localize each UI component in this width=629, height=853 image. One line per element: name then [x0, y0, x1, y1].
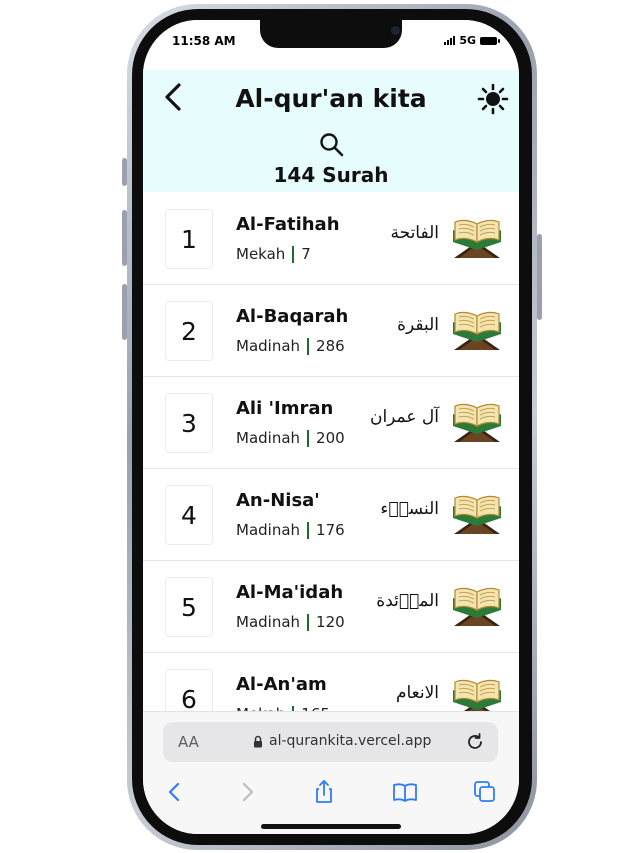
surah-count: 144 Surah [273, 163, 389, 187]
quran-book-icon [453, 311, 501, 350]
notch [260, 20, 402, 48]
surah-number: 3 [165, 393, 213, 453]
surah-name: Ali 'Imran [236, 398, 334, 419]
surah-row[interactable]: 3 Ali 'Imran Madinah 200 آل عمران [143, 377, 519, 469]
page-title: Al-qur'an kita [235, 84, 427, 113]
network-label: 5G [459, 34, 476, 47]
surah-arabic-name: الفاتحة [390, 223, 439, 243]
tabs-icon [474, 781, 495, 802]
meta-separator [292, 245, 295, 263]
status-bar: 11:58 AM 5G [143, 20, 519, 70]
surah-list: 1 Al-Fatihah Mekah 7 الفاتحة 2 Al-Baqara… [143, 193, 519, 745]
surah-place: Madinah [236, 337, 301, 355]
browser-toolbar: AA al-qurankita.vercel.app [143, 711, 519, 834]
surah-verse-count: 120 [316, 613, 345, 631]
surah-verse-count: 286 [316, 337, 345, 355]
surah-name: Al-An'am [236, 674, 327, 695]
surah-verse-count: 7 [301, 245, 311, 263]
battery-icon [480, 36, 500, 45]
meta-separator [307, 613, 310, 631]
surah-row[interactable]: 4 An-Nisa' Madinah 176 النساۤء [143, 469, 519, 561]
surah-name: Al-Ma'idah [236, 582, 344, 603]
tabs-button[interactable] [471, 778, 499, 806]
signal-icon [444, 36, 456, 45]
surah-arabic-name: البقرة [397, 315, 439, 335]
surah-arabic-name: النساۤء [380, 499, 439, 519]
surah-row[interactable]: 1 Al-Fatihah Mekah 7 الفاتحة [143, 193, 519, 285]
share-icon [316, 780, 332, 803]
surah-number: 1 [165, 209, 213, 269]
book-icon [393, 783, 417, 802]
status-time: 11:58 AM [172, 34, 236, 48]
browser-forward-button[interactable] [233, 778, 261, 806]
surah-name: Al-Baqarah [236, 306, 349, 327]
surah-arabic-name: آل عمران [369, 407, 439, 427]
mute-switch [122, 158, 127, 186]
url-text: al-qurankita.vercel.app [269, 733, 432, 749]
surah-arabic-name: الانعام [395, 683, 439, 703]
sun-icon [477, 83, 509, 115]
quran-book-icon [453, 219, 501, 258]
phone-screen: 11:58 AM 5G Al-qur'an kita 144 Surah 1 A… [143, 20, 519, 834]
address-bar[interactable]: AA al-qurankita.vercel.app [163, 722, 498, 762]
surah-number: 5 [165, 577, 213, 637]
surah-place: Madinah [236, 521, 301, 539]
surah-place: Madinah [236, 429, 301, 447]
surah-name: Al-Fatihah [236, 214, 340, 235]
surah-arabic-name: الماۤئدة [376, 591, 439, 611]
surah-meta: Mekah 7 [236, 245, 311, 263]
share-button[interactable] [310, 778, 338, 806]
meta-separator [307, 337, 310, 355]
reload-button[interactable] [464, 731, 486, 753]
surah-number: 4 [165, 485, 213, 545]
quran-book-icon [453, 495, 501, 534]
surah-meta: Madinah 286 [236, 337, 345, 355]
chevron-right-icon [242, 782, 254, 802]
url-display[interactable]: al-qurankita.vercel.app [253, 733, 431, 749]
theme-toggle-button[interactable] [477, 83, 509, 115]
status-indicators: 5G [444, 34, 500, 47]
power-button [537, 234, 542, 320]
surah-place: Mekah [236, 245, 286, 263]
reload-icon [468, 733, 482, 749]
lock-icon [254, 735, 262, 747]
surah-row[interactable]: 5 Al-Ma'idah Madinah 120 الماۤئدة [143, 561, 519, 653]
reader-settings-button[interactable]: AA [178, 733, 199, 751]
surah-place: Madinah [236, 613, 301, 631]
meta-separator [307, 521, 310, 539]
home-indicator [261, 824, 401, 829]
surah-verse-count: 176 [316, 521, 345, 539]
front-camera [391, 26, 400, 35]
search-button[interactable] [319, 132, 345, 158]
surah-meta: Madinah 176 [236, 521, 345, 539]
browser-back-button[interactable] [161, 778, 189, 806]
volume-up-button [122, 210, 127, 266]
bookmarks-button[interactable] [391, 778, 419, 806]
quran-book-icon [453, 403, 501, 442]
chevron-left-icon [168, 782, 180, 802]
quran-book-icon [453, 587, 501, 626]
surah-row[interactable]: 2 Al-Baqarah Madinah 286 البقرة [143, 285, 519, 377]
surah-meta: Madinah 200 [236, 429, 345, 447]
surah-name: An-Nisa' [236, 490, 320, 511]
surah-number: 2 [165, 301, 213, 361]
volume-down-button [122, 284, 127, 340]
surah-verse-count: 200 [316, 429, 345, 447]
surah-meta: Madinah 120 [236, 613, 345, 631]
search-icon [320, 133, 344, 157]
meta-separator [307, 429, 310, 447]
